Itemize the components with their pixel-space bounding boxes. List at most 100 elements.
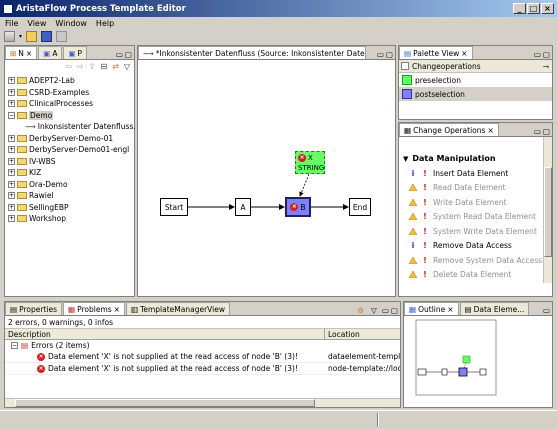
tab-problems[interactable]: ▦ Problems ×: [63, 302, 125, 315]
outline-canvas[interactable]: [404, 316, 552, 407]
minimize-view-icon[interactable]: ▭: [380, 306, 391, 315]
expand-icon[interactable]: +: [8, 88, 15, 96]
vertical-scrollbar[interactable]: [543, 137, 552, 283]
problems-group-row[interactable]: − ▤ Errors (2 items): [5, 340, 400, 351]
print-icon[interactable]: [56, 31, 68, 42]
operation-item[interactable]: ! Delete Data Element: [399, 268, 552, 283]
tree-item[interactable]: + CSRD-Examples: [8, 87, 134, 99]
view-menu-icon[interactable]: ▽: [368, 306, 380, 315]
minimize-button[interactable]: _: [513, 3, 526, 14]
tab-p[interactable]: ▣ P: [63, 46, 88, 59]
section-header[interactable]: ▼ Data Manipulation: [399, 151, 552, 166]
process-canvas[interactable]: Start A × B End × X STRING: [138, 60, 395, 296]
minimize-view-icon[interactable]: ▭: [375, 50, 386, 59]
close-icon[interactable]: ×: [26, 49, 32, 58]
column-location[interactable]: Location: [325, 329, 400, 339]
operation-item[interactable]: i! Insert Data Element: [399, 166, 552, 181]
table-row[interactable]: × Data element 'X' is not supplied at the…: [5, 363, 400, 375]
data-element-x[interactable]: × X STRING: [295, 151, 325, 174]
tab-navigator[interactable]: ⊞ N ×: [5, 46, 38, 59]
expand-icon[interactable]: −: [8, 111, 15, 119]
tab-properties[interactable]: ▤ Properties: [5, 302, 62, 315]
dropdown-arrow-icon[interactable]: ▾: [19, 33, 22, 40]
node-end[interactable]: End: [349, 198, 371, 216]
view-menu-icon[interactable]: ▽: [124, 62, 130, 71]
maximize-view-icon[interactable]: ▢: [391, 306, 400, 315]
scrollbar-thumb[interactable]: [544, 167, 552, 257]
forward-icon[interactable]: ⇨: [77, 62, 84, 71]
expand-icon[interactable]: +: [8, 169, 15, 177]
close-icon[interactable]: ×: [461, 49, 467, 58]
up-icon[interactable]: ⇧: [89, 62, 96, 71]
minimize-view-icon[interactable]: ▭: [532, 50, 543, 59]
expand-icon[interactable]: +: [8, 215, 15, 223]
tree-item[interactable]: + KIZ: [8, 167, 134, 179]
tree-item[interactable]: ⟿ Inkonsistenter Datenfluss.: [8, 121, 136, 133]
maximize-view-icon[interactable]: ▢: [386, 50, 395, 59]
operation-item[interactable]: ! Read Data Element: [399, 181, 552, 196]
menu-help[interactable]: Help: [96, 19, 114, 28]
tree-item[interactable]: + Workshop: [8, 213, 134, 225]
process-icon[interactable]: [4, 31, 15, 42]
maximize-view-icon[interactable]: ▢: [543, 50, 552, 59]
minimize-view-icon[interactable]: ▭: [541, 306, 552, 315]
palette-item-postselection[interactable]: postselection: [399, 87, 552, 101]
operation-item[interactable]: ! System Read Data Element: [399, 210, 552, 225]
expand-icon[interactable]: +: [8, 180, 15, 188]
expand-icon[interactable]: +: [8, 203, 15, 211]
tab-a[interactable]: ▣ A: [38, 46, 63, 59]
tab-palette[interactable]: ▤ Palette View ×: [399, 46, 473, 59]
expand-icon[interactable]: +: [8, 146, 15, 154]
operation-item[interactable]: ! System Write Data Element: [399, 224, 552, 239]
node-start[interactable]: Start: [160, 198, 188, 216]
node-b[interactable]: × B: [285, 197, 311, 217]
operation-item[interactable]: ! Remove System Data Access: [399, 253, 552, 268]
close-icon[interactable]: ×: [487, 126, 493, 135]
tree-item[interactable]: + Ora-Demo: [8, 179, 134, 191]
minimize-view-icon[interactable]: ▭: [114, 50, 125, 59]
minimize-view-icon[interactable]: ▭: [532, 127, 543, 136]
maximize-view-icon[interactable]: ▢: [543, 127, 552, 136]
expand-icon[interactable]: +: [8, 134, 15, 142]
close-icon[interactable]: ×: [114, 305, 120, 314]
menu-window[interactable]: Window: [55, 19, 87, 28]
horizontal-scrollbar[interactable]: [5, 398, 400, 407]
tree-item[interactable]: + DerbyServer-Demo01-engl: [8, 144, 134, 156]
tree-item[interactable]: + ADEPT2-Lab: [8, 75, 134, 87]
maximize-view-icon[interactable]: ▢: [125, 50, 134, 59]
menu-view[interactable]: View: [27, 19, 46, 28]
save-icon[interactable]: [41, 31, 53, 42]
table-row[interactable]: × Data element 'X' is not supplied at the…: [5, 351, 400, 363]
expand-icon[interactable]: +: [8, 157, 15, 165]
pin-icon[interactable]: ⊸: [543, 62, 552, 71]
menu-file[interactable]: File: [5, 19, 18, 28]
close-button[interactable]: ×: [541, 3, 554, 14]
tree-item[interactable]: − Demo: [8, 110, 134, 122]
expand-icon[interactable]: +: [8, 192, 15, 200]
scrollbar-thumb[interactable]: [15, 399, 315, 407]
tab-data-elements[interactable]: ▤ Data Eleme...: [459, 302, 530, 315]
close-icon[interactable]: ×: [447, 305, 453, 314]
expand-icon[interactable]: +: [8, 100, 15, 108]
tab-template-manager[interactable]: ▥ TemplateManagerView: [125, 302, 230, 315]
operation-item[interactable]: i! Remove Data Access: [399, 239, 552, 254]
back-icon[interactable]: ⇦: [65, 62, 72, 71]
tab-change-operations[interactable]: ▦ Change Operations ×: [399, 123, 499, 136]
tree-item[interactable]: + Rawiel: [8, 190, 134, 202]
filter-icon[interactable]: ⚙: [353, 306, 368, 315]
tab-outline[interactable]: ▦ Outline ×: [404, 302, 459, 315]
tree-item[interactable]: + SellingEBP: [8, 202, 134, 214]
open-folder-icon[interactable]: [26, 31, 38, 42]
link-editor-icon[interactable]: ⇄: [112, 62, 119, 71]
collapse-all-icon[interactable]: ⊟: [100, 62, 107, 71]
maximize-button[interactable]: □: [527, 3, 540, 14]
operation-item[interactable]: ! Write Data Element: [399, 195, 552, 210]
collapse-icon[interactable]: −: [11, 342, 18, 349]
palette-group-header[interactable]: Changeoperations ⊸: [399, 60, 552, 73]
palette-item-preselection[interactable]: preselection: [399, 73, 552, 87]
column-description[interactable]: Description: [5, 329, 325, 339]
tree-item[interactable]: + ClinicalProcesses: [8, 98, 134, 110]
tree-item[interactable]: + IV-WBS: [8, 156, 134, 168]
tree-item[interactable]: + DerbyServer-Demo-01: [8, 133, 134, 145]
collapse-triangle-icon[interactable]: ▼: [403, 155, 408, 163]
